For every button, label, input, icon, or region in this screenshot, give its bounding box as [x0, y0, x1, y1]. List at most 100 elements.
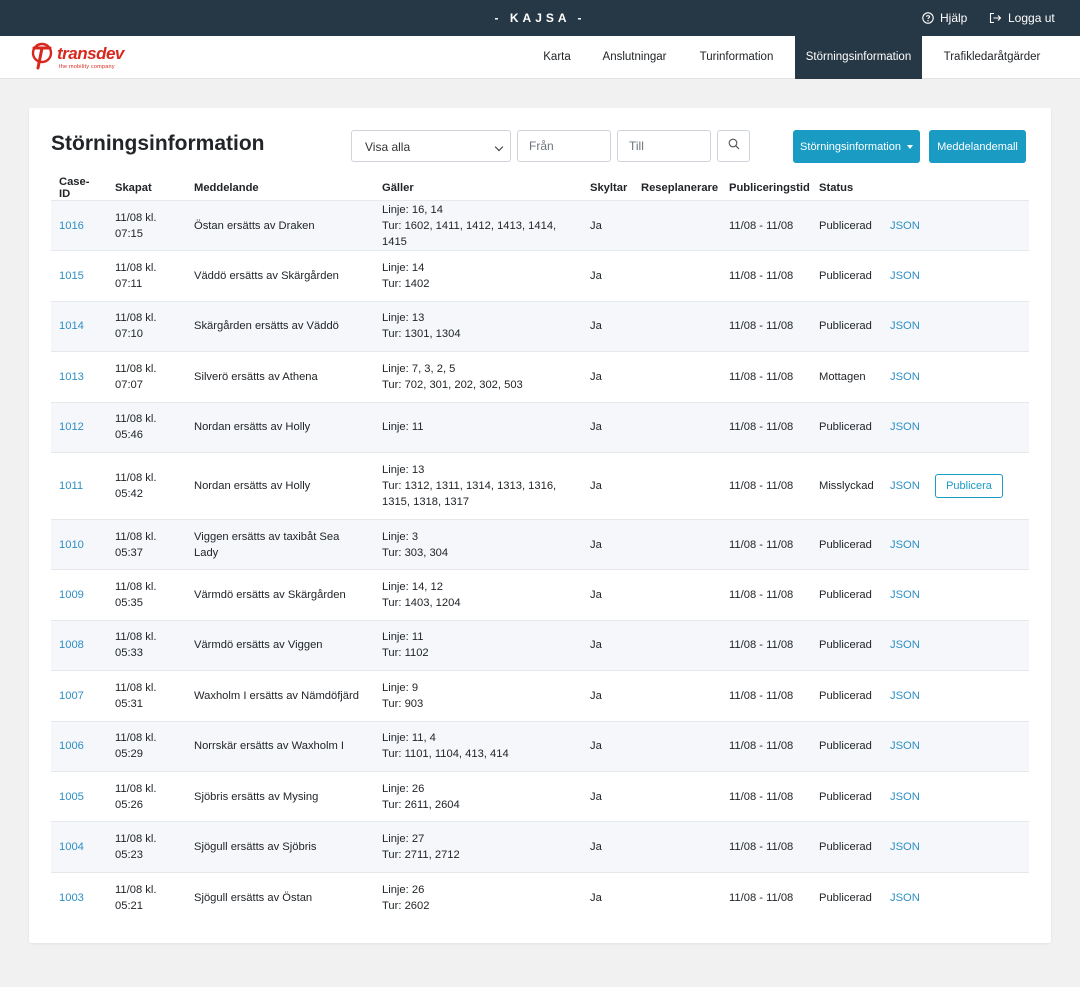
storningsinformation-dropdown-button[interactable]: Störningsinformation	[793, 130, 920, 163]
case-id-link[interactable]: 1014	[59, 320, 84, 332]
json-link[interactable]: JSON	[890, 740, 920, 752]
applies-line: Linje: 27	[382, 832, 425, 845]
dropdown-button-label: Störningsinformation	[800, 140, 901, 153]
status-cell: Publicerad	[811, 770, 882, 822]
column-header[interactable]: Skapat	[107, 176, 186, 201]
applies-line: Linje: 7, 3, 2, 5	[382, 362, 456, 375]
created-time: 07:15	[115, 227, 143, 240]
json-link[interactable]: JSON	[890, 270, 920, 282]
case-id-cell: 1007	[51, 670, 107, 722]
planner-cell	[633, 670, 721, 722]
json-link[interactable]: JSON	[890, 589, 920, 601]
action-cell	[927, 720, 1029, 772]
message-cell: Nordan ersätts av Holly	[186, 451, 374, 520]
filter-select[interactable]: Visa alla	[351, 130, 511, 162]
case-id-link[interactable]: 1016	[59, 220, 84, 232]
applies-cell: Linje: 11 Tur: 1102	[374, 619, 582, 671]
json-link[interactable]: JSON	[890, 371, 920, 383]
message-cell: Östan ersätts av Draken	[186, 199, 374, 251]
json-link[interactable]: JSON	[890, 320, 920, 332]
planner-cell	[633, 518, 721, 570]
applies-trips: Tur: 1402	[382, 278, 430, 291]
json-link[interactable]: JSON	[890, 841, 920, 853]
json-cell: JSON	[882, 821, 927, 873]
logout-link[interactable]: Logga ut	[989, 11, 1055, 25]
case-id-link[interactable]: 1008	[59, 639, 84, 651]
column-header[interactable]: Gäller	[374, 176, 582, 201]
applies-line: Linje: 16, 14	[382, 203, 443, 216]
pubtime-cell: 11/08 - 11/08	[721, 250, 811, 302]
transdev-logo[interactable]: transdev the mobility company	[28, 42, 128, 74]
created-date: 11/08 kl.	[115, 832, 157, 845]
table-row: 1012 11/08 kl. 05:46 Nordan ersätts av Ho…	[51, 401, 1029, 453]
planner-cell	[633, 451, 721, 520]
pubtime-cell: 11/08 - 11/08	[721, 670, 811, 722]
status-cell: Misslyckad	[811, 451, 882, 520]
publish-button[interactable]: Publicera	[935, 473, 1003, 498]
nav-item-trafikledaratgarder[interactable]: Trafikledaråtgärder	[930, 36, 1054, 79]
json-link[interactable]: JSON	[890, 892, 920, 904]
case-id-link[interactable]: 1004	[59, 841, 84, 853]
planner-cell	[633, 300, 721, 352]
applies-line: Linje: 26	[382, 782, 425, 795]
case-id-link[interactable]: 1009	[59, 589, 84, 601]
message-template-button[interactable]: Meddelandemall	[929, 130, 1026, 163]
from-date-input[interactable]	[517, 130, 611, 162]
pubtime-cell: 11/08 - 11/08	[721, 619, 811, 671]
search-button[interactable]	[717, 130, 750, 162]
json-link[interactable]: JSON	[890, 421, 920, 433]
created-time: 05:33	[115, 647, 143, 660]
pubtime-cell: 11/08 - 11/08	[721, 300, 811, 352]
action-cell	[927, 199, 1029, 251]
logout-label: Logga ut	[1008, 11, 1055, 25]
column-header[interactable]: Skyltar	[582, 176, 633, 201]
json-link[interactable]: JSON	[890, 480, 920, 492]
chevron-down-icon	[494, 142, 504, 152]
column-header	[882, 176, 927, 201]
case-id-link[interactable]: 1005	[59, 791, 84, 803]
logo-brand: transdev	[57, 44, 124, 63]
applies-cell: Linje: 13 Tur: 1301, 1304	[374, 300, 582, 352]
question-circle-icon	[922, 12, 934, 24]
case-id-link[interactable]: 1003	[59, 892, 84, 904]
to-date-input[interactable]	[617, 130, 711, 162]
action-cell	[927, 250, 1029, 302]
applies-line: Linje: 11	[382, 421, 424, 434]
case-id-link[interactable]: 1015	[59, 270, 84, 282]
signs-cell: Ja	[582, 619, 633, 671]
logo-tagline: the mobility company	[59, 64, 115, 70]
nav-item-storningsinformation[interactable]: Störningsinformation	[795, 36, 922, 79]
created-date: 11/08 kl.	[115, 211, 157, 224]
created-time: 05:46	[115, 429, 143, 442]
json-link[interactable]: JSON	[890, 220, 920, 232]
column-header[interactable]: Meddelande	[186, 176, 374, 201]
column-header[interactable]: Status	[811, 176, 882, 201]
json-link[interactable]: JSON	[890, 791, 920, 803]
planner-cell	[633, 619, 721, 671]
pubtime-cell: 11/08 - 11/08	[721, 770, 811, 822]
case-id-cell: 1016	[51, 199, 107, 251]
nav-item-turinformation[interactable]: Turinformation	[684, 36, 789, 79]
case-id-cell: 1009	[51, 569, 107, 621]
applies-cell: Linje: 11	[374, 401, 582, 453]
case-id-link[interactable]: 1013	[59, 371, 84, 383]
nav-item-anslutningar[interactable]: Anslutningar	[590, 36, 679, 79]
case-id-link[interactable]: 1012	[59, 421, 84, 433]
planner-cell	[633, 250, 721, 302]
caret-down-icon	[906, 144, 913, 149]
status-cell: Publicerad	[811, 670, 882, 722]
case-id-link[interactable]: 1011	[59, 480, 83, 492]
column-header[interactable]: Reseplanerare	[633, 176, 721, 201]
case-id-link[interactable]: 1010	[59, 539, 84, 551]
column-header[interactable]: Publiceringstid	[721, 176, 811, 201]
help-link[interactable]: Hjälp	[922, 11, 967, 25]
nav-item-karta[interactable]: Karta	[528, 36, 586, 79]
json-link[interactable]: JSON	[890, 690, 920, 702]
case-id-link[interactable]: 1007	[59, 690, 84, 702]
message-cell: Värmdö ersätts av Skärgården	[186, 569, 374, 621]
column-header[interactable]: Case-ID	[51, 176, 107, 201]
json-link[interactable]: JSON	[890, 639, 920, 651]
case-id-link[interactable]: 1006	[59, 740, 84, 752]
json-link[interactable]: JSON	[890, 539, 920, 551]
filter-select-value: Visa alla	[365, 140, 411, 154]
